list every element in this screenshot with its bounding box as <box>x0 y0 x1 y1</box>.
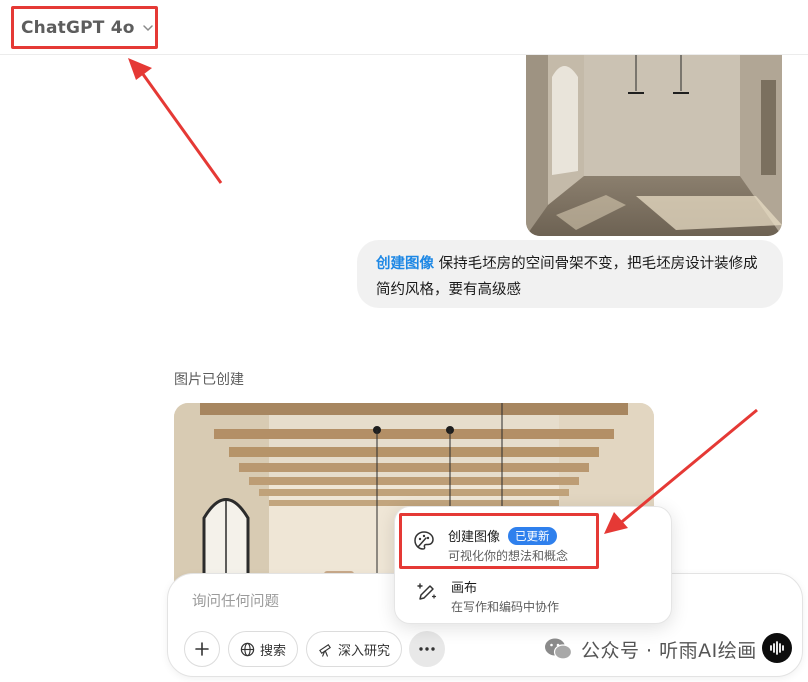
telescope-icon <box>319 643 331 657</box>
watermark-text: 公众号 · 听雨AI绘画 <box>581 639 757 662</box>
voice-mode-button[interactable] <box>762 633 792 663</box>
canvas-desc: 在写作和编码中协作 <box>451 600 560 614</box>
more-tools-button[interactable] <box>409 631 445 667</box>
canvas-title: 画布 <box>451 581 478 596</box>
arrow-to-model-selector-line <box>138 69 223 184</box>
user-message-text: 保持毛坯房的空间骨架不变，把毛坯房设计装修成简约风格，要有高级感 <box>376 256 758 298</box>
palette-icon <box>414 531 434 550</box>
chevron-down-icon <box>142 24 153 31</box>
model-name: ChatGPT 4o <box>21 17 135 38</box>
raw-room-picture <box>526 55 782 236</box>
top-bar: ChatGPT 4o <box>0 0 808 55</box>
create-image-tag: 创建图像 <box>376 256 434 272</box>
prompt-input[interactable] <box>192 590 412 614</box>
deep-research-button[interactable]: 深入研究 <box>306 631 402 667</box>
more-dots-icon <box>419 647 435 651</box>
pen-sparkle-icon <box>417 583 437 600</box>
user-message-bubble: 创建图像 保持毛坯房的空间骨架不变，把毛坯房设计装修成简约风格，要有高级感 <box>357 240 783 308</box>
arrow-to-model-selector-head <box>128 58 152 80</box>
uploaded-room-image[interactable] <box>526 55 782 236</box>
watermark: 公众号 · 听雨AI绘画 <box>543 634 791 664</box>
menu-item-canvas[interactable]: 画布 在写作和编码中协作 <box>401 573 667 619</box>
waveform-icon <box>770 641 784 655</box>
search-button[interactable]: 搜索 <box>228 631 298 667</box>
globe-icon <box>240 642 255 656</box>
deep-research-label: 深入研究 <box>337 643 390 659</box>
model-selector[interactable]: ChatGPT 4o <box>11 6 158 49</box>
create-image-title: 创建图像 <box>448 530 501 545</box>
search-label: 搜索 <box>259 643 286 659</box>
tools-menu: 创建图像 已更新 可视化你的想法和概念 画布 在写作和编码中协作 <box>394 506 672 624</box>
updated-badge: 已更新 <box>508 526 557 545</box>
add-attachment-button[interactable] <box>184 631 220 667</box>
image-created-label: 图片已创建 <box>174 372 244 388</box>
create-image-desc: 可视化你的想法和概念 <box>448 549 569 563</box>
wechat-icon <box>545 638 573 660</box>
plus-icon <box>195 642 209 656</box>
menu-item-create-image[interactable]: 创建图像 已更新 可视化你的想法和概念 <box>399 513 599 569</box>
